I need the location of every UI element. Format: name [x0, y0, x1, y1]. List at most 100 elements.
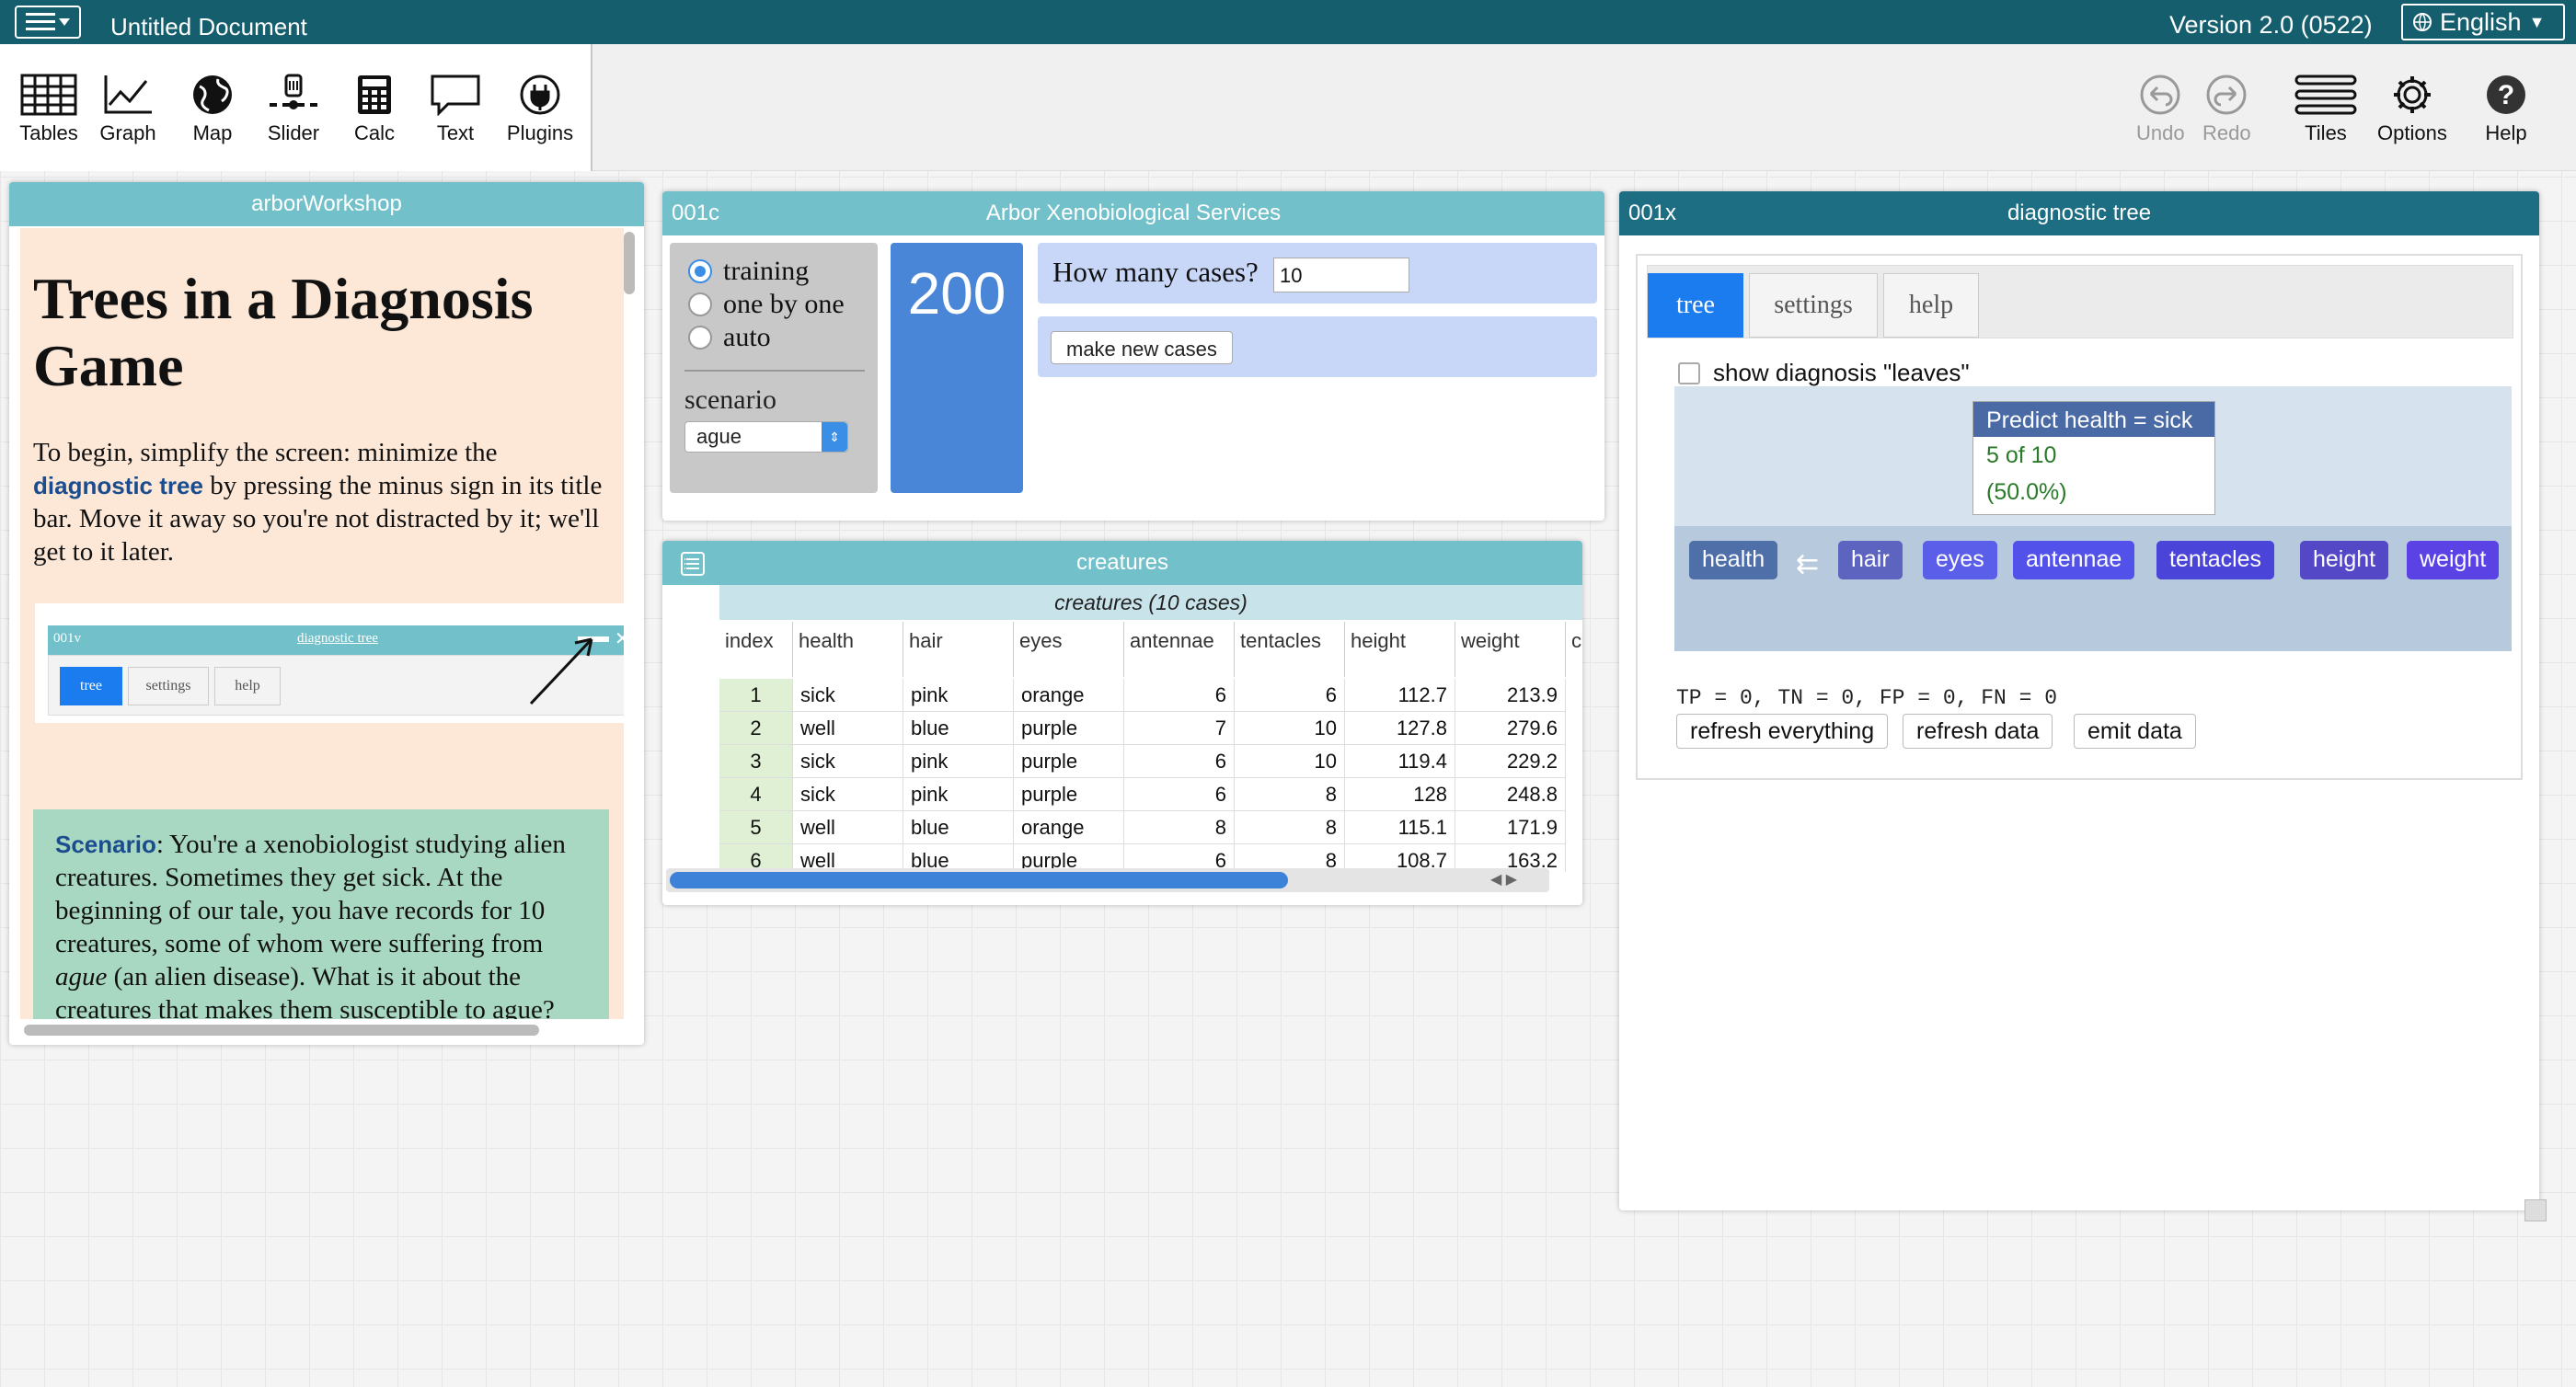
- table-cell[interactable]: 5: [719, 811, 793, 844]
- table-cell[interactable]: sick: [793, 679, 903, 712]
- table-cell[interactable]: 8: [1235, 778, 1345, 811]
- table-cell[interactable]: 127.8: [1345, 712, 1455, 745]
- table-cell[interactable]: pink: [903, 778, 1014, 811]
- graph-tool[interactable]: Graph: [86, 74, 169, 145]
- panel-title-bar[interactable]: 001c Arbor Xenobiological Services: [662, 191, 1604, 235]
- table-cell[interactable]: 6: [1235, 679, 1345, 712]
- radio-auto[interactable]: auto: [688, 322, 771, 353]
- redo-button[interactable]: Redo: [2202, 74, 2251, 145]
- attribute-health[interactable]: health: [1689, 541, 1778, 579]
- attribute-antennae[interactable]: antennae: [2013, 541, 2135, 579]
- table-cell[interactable]: 3: [719, 745, 793, 778]
- scenario-select[interactable]: ague ⇕: [684, 421, 848, 453]
- tiles-button[interactable]: Tiles: [2294, 74, 2357, 145]
- tab-tree[interactable]: tree: [1648, 273, 1743, 338]
- table-cell[interactable]: sick: [793, 778, 903, 811]
- column-header-eyes[interactable]: eyes: [1014, 622, 1124, 677]
- table-cell[interactable]: well: [793, 712, 903, 745]
- table-cell[interactable]: 6: [1124, 679, 1235, 712]
- table-cell[interactable]: 8: [1124, 811, 1235, 844]
- table-cell[interactable]: 112.7: [1345, 679, 1455, 712]
- attribute-tentacles[interactable]: tentacles: [2156, 541, 2275, 579]
- scenario-box: Scenario: You're a xenobiologist studyin…: [33, 809, 609, 1019]
- make-new-cases-button[interactable]: make new cases: [1051, 331, 1233, 364]
- show-leaves-checkbox[interactable]: show diagnosis "leaves": [1678, 359, 1970, 387]
- slider-tool[interactable]: Slider: [252, 74, 335, 145]
- table-cell[interactable]: 10: [1235, 712, 1345, 745]
- swap-arrows-icon[interactable]: ⇇: [1796, 548, 1819, 580]
- table-cell[interactable]: pink: [903, 679, 1014, 712]
- table-cell[interactable]: 4: [719, 778, 793, 811]
- how-many-input[interactable]: 10: [1273, 258, 1409, 292]
- panel-title-bar[interactable]: creatures: [662, 541, 1582, 585]
- column-header-antennae[interactable]: antennae: [1124, 622, 1235, 677]
- table-cell[interactable]: 115.1: [1345, 811, 1455, 844]
- table-cell[interactable]: 229.2: [1455, 745, 1566, 778]
- column-header-tentacles[interactable]: tentacles: [1235, 622, 1345, 677]
- table-cell[interactable]: purple: [1014, 778, 1124, 811]
- table-cell[interactable]: purple: [1014, 712, 1124, 745]
- panel-title-bar[interactable]: 001x diagnostic tree: [1619, 191, 2539, 235]
- chevron-down-icon: [59, 18, 70, 26]
- panel-title[interactable]: arborWorkshop: [9, 182, 644, 226]
- table-cell[interactable]: blue: [903, 811, 1014, 844]
- table-cell[interactable]: orange: [1014, 811, 1124, 844]
- horizontal-scrollbar[interactable]: [670, 872, 1288, 888]
- refresh-data-button[interactable]: refresh data: [1903, 714, 2053, 749]
- table-cell[interactable]: 279.6: [1455, 712, 1566, 745]
- tables-tool[interactable]: Tables: [7, 74, 90, 145]
- table-cell[interactable]: orange: [1014, 679, 1124, 712]
- table-cell[interactable]: 8: [1235, 811, 1345, 844]
- table-cell[interactable]: 10: [1235, 745, 1345, 778]
- attribute-eyes[interactable]: eyes: [1923, 541, 1997, 579]
- attribute-hair[interactable]: hair: [1838, 541, 1903, 579]
- radio-unselected-icon: [688, 292, 712, 316]
- radio-one-by-one[interactable]: one by one: [688, 289, 845, 320]
- table-cell[interactable]: blue: [903, 712, 1014, 745]
- map-tool[interactable]: Map: [171, 74, 254, 145]
- diagnostic-tree-link[interactable]: diagnostic tree: [33, 472, 203, 499]
- undo-button[interactable]: Undo: [2136, 74, 2185, 145]
- table-cell[interactable]: purple: [1014, 745, 1124, 778]
- table-cell[interactable]: 2: [719, 712, 793, 745]
- attribute-height[interactable]: height: [2300, 541, 2389, 579]
- table-cell[interactable]: sick: [793, 745, 903, 778]
- language-menu[interactable]: English ▼: [2401, 4, 2565, 40]
- text-tool[interactable]: Text: [414, 74, 497, 145]
- tab-settings[interactable]: settings: [1749, 273, 1878, 338]
- column-header-index[interactable]: index: [719, 622, 793, 677]
- table-cell[interactable]: 1: [719, 679, 793, 712]
- horizontal-scrollbar[interactable]: [24, 1025, 539, 1036]
- document-title[interactable]: Untitled Document: [110, 13, 307, 41]
- calc-tool[interactable]: Calc: [333, 74, 416, 145]
- plugins-tool[interactable]: Plugins: [499, 74, 581, 145]
- refresh-everything-button[interactable]: refresh everything: [1676, 714, 1889, 749]
- table-cell[interactable]: 119.4: [1345, 745, 1455, 778]
- vertical-scrollbar[interactable]: [624, 232, 635, 294]
- table-cell[interactable]: 128: [1345, 778, 1455, 811]
- attribute-weight[interactable]: weight: [2407, 541, 2500, 579]
- table-cell[interactable]: 6: [1124, 778, 1235, 811]
- resize-handle[interactable]: [2524, 1199, 2547, 1221]
- column-header-weight[interactable]: weight: [1455, 622, 1566, 677]
- options-button[interactable]: Options: [2377, 74, 2447, 145]
- column-header-c[interactable]: c: [1566, 622, 1582, 677]
- radio-training[interactable]: training: [688, 256, 809, 287]
- table-cell[interactable]: well: [793, 811, 903, 844]
- emit-data-button[interactable]: emit data: [2074, 714, 2196, 749]
- prediction-node[interactable]: Predict health = sick 5 of 10 (50.0%): [1972, 401, 2215, 515]
- scroll-arrows-icon[interactable]: ◀ ▶: [1490, 870, 1517, 888]
- menu-button[interactable]: [15, 6, 81, 39]
- help-button[interactable]: ? Help: [2484, 74, 2528, 145]
- table-cell[interactable]: 6: [1124, 745, 1235, 778]
- tab-help[interactable]: help: [1883, 273, 1979, 338]
- column-header-height[interactable]: height: [1345, 622, 1455, 677]
- table-cell[interactable]: 7: [1124, 712, 1235, 745]
- table-cell[interactable]: 248.8: [1455, 778, 1566, 811]
- column-header-hair[interactable]: hair: [903, 622, 1014, 677]
- table-cell[interactable]: pink: [903, 745, 1014, 778]
- table-cell[interactable]: 171.9: [1455, 811, 1566, 844]
- divider: [684, 370, 865, 372]
- column-header-health[interactable]: health: [793, 622, 903, 677]
- table-cell[interactable]: 213.9: [1455, 679, 1566, 712]
